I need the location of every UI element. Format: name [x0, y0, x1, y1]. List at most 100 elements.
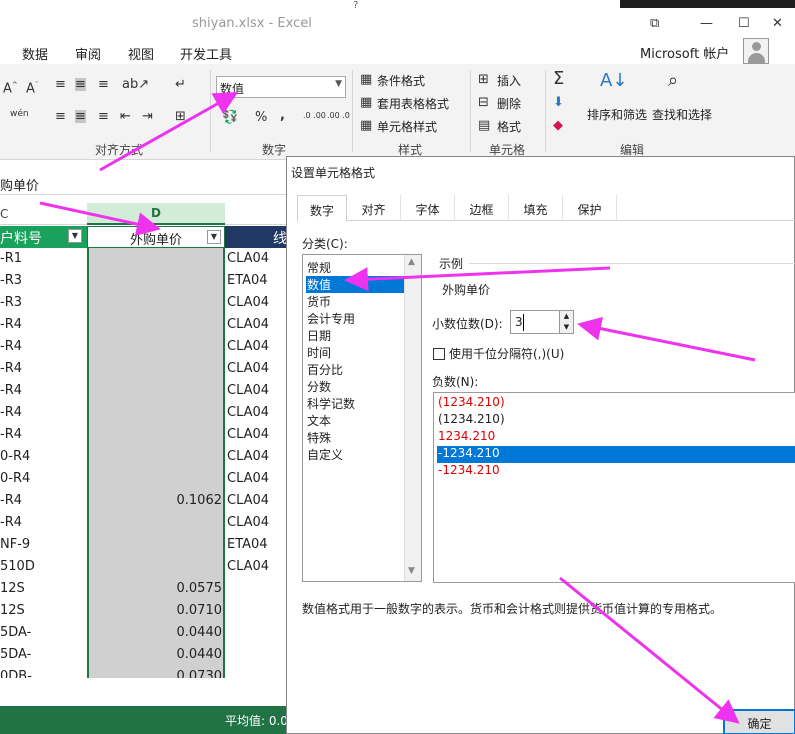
table-row[interactable]: -R4 CLA04: [0, 424, 290, 446]
cell-line[interactable]: CLA04: [227, 449, 269, 464]
format-button[interactable]: 格式: [497, 118, 521, 135]
table-row[interactable]: -R4 CLA04: [0, 336, 290, 358]
accounting-format-icon[interactable]: 💱: [222, 111, 238, 124]
negative-numbers-list[interactable]: (1234.210) (1234.210) 1234.210 -1234.210 -12…: [433, 392, 795, 583]
cell-part-number[interactable]: -R4: [0, 515, 22, 530]
cell-part-number[interactable]: -R4: [0, 427, 22, 442]
table-row[interactable]: -R1 CLA04: [0, 248, 290, 270]
phonetic-icon[interactable]: wén: [10, 110, 29, 119]
insert-button[interactable]: 插入: [497, 72, 521, 89]
cell-unit-price[interactable]: 0.0440: [87, 647, 223, 662]
format-as-table-button[interactable]: 套用表格格式: [377, 95, 449, 112]
negative-option[interactable]: -1234.210: [437, 463, 795, 480]
ok-button[interactable]: 确定: [723, 709, 795, 734]
cell-line[interactable]: CLA04: [227, 361, 269, 376]
align-right-icon[interactable]: ≡: [98, 110, 109, 123]
cell-part-number[interactable]: -R3: [0, 295, 22, 310]
sheet-grid[interactable]: -R1 CLA04 -R3 ETA04 -R3 CLA04 -R4 CLA04 -R4 CLA04…: [0, 248, 290, 678]
align-bottom-icon[interactable]: ≡: [98, 78, 109, 91]
scroll-down-icon[interactable]: ▼: [408, 566, 415, 576]
category-scrollbar[interactable]: ▲ ▼: [404, 255, 421, 581]
cell-line[interactable]: CLA04: [227, 251, 269, 266]
table-row[interactable]: -R4 CLA04: [0, 402, 290, 424]
cell-part-number[interactable]: -R4: [0, 317, 22, 332]
header-cell-line[interactable]: 线: [225, 226, 290, 248]
cell-line[interactable]: CLA04: [227, 471, 269, 486]
table-row[interactable]: 510D CLA04: [0, 556, 290, 578]
tab-border[interactable]: 边框: [455, 195, 509, 221]
table-row[interactable]: 5DA- 0.0440: [0, 622, 290, 644]
cell-line[interactable]: CLA04: [227, 559, 269, 574]
ribbon-display-icon[interactable]: ⧉: [650, 16, 659, 31]
cell-part-number[interactable]: NF-9: [0, 537, 30, 552]
cell-part-number[interactable]: -R4: [0, 405, 22, 420]
cell-part-number[interactable]: 510D: [0, 559, 35, 574]
cell-part-number[interactable]: -R4: [0, 383, 22, 398]
header-cell-unit-price[interactable]: 外购单价 ▼: [87, 226, 225, 248]
table-row[interactable]: 0-R4 CLA04: [0, 468, 290, 490]
thousand-separator-checkbox[interactable]: 使用千位分隔符(,)(U): [433, 345, 564, 362]
table-row[interactable]: -R4 CLA04: [0, 358, 290, 380]
cell-part-number[interactable]: 0DB-: [0, 669, 32, 678]
cell-part-number[interactable]: -R4: [0, 339, 22, 354]
minimize-icon[interactable]: —: [700, 16, 713, 31]
cell-part-number[interactable]: 5DA-: [0, 647, 31, 662]
decimal-places-input[interactable]: 3 ▲ ▼: [510, 310, 574, 334]
cell-line[interactable]: CLA04: [227, 317, 269, 332]
category-item[interactable]: 分数: [306, 378, 331, 395]
formula-bar[interactable]: 购单价: [0, 171, 290, 195]
table-row[interactable]: -R3 ETA04: [0, 270, 290, 292]
align-left-icon[interactable]: ≡: [55, 110, 66, 123]
delete-button[interactable]: 删除: [497, 95, 521, 112]
cell-line[interactable]: ETA04: [227, 537, 268, 552]
cell-line[interactable]: CLA04: [227, 405, 269, 420]
find-select-button[interactable]: 查找和选择: [652, 106, 712, 123]
cell-line[interactable]: ETA04: [227, 273, 268, 288]
tab-developer[interactable]: 开发工具: [180, 44, 232, 63]
table-row[interactable]: 0DB- 0.0730: [0, 666, 290, 678]
close-icon[interactable]: ✕: [772, 16, 783, 31]
table-row[interactable]: 12S 0.0710: [0, 600, 290, 622]
indent-increase-icon[interactable]: ⇥: [142, 110, 153, 123]
maximize-icon[interactable]: ☐: [738, 16, 750, 31]
cell-line[interactable]: CLA04: [227, 383, 269, 398]
category-item[interactable]: 常规: [306, 259, 331, 276]
cell-unit-price[interactable]: 0.0710: [87, 603, 223, 618]
category-item[interactable]: 货币: [306, 293, 331, 310]
percent-style-icon[interactable]: %: [255, 111, 267, 124]
header-cell-part-number[interactable]: 户料号 ▼: [0, 226, 87, 248]
column-header-c[interactable]: C: [0, 207, 8, 221]
scroll-up-icon[interactable]: ▲: [408, 257, 415, 267]
merge-center-icon[interactable]: ⊞: [175, 110, 186, 123]
account-menu[interactable]: Microsoft 帐户: [640, 43, 729, 62]
cell-unit-price[interactable]: 0.0440: [87, 625, 223, 640]
spin-up-icon[interactable]: ▲: [560, 311, 573, 322]
category-item[interactable]: 日期: [306, 327, 331, 344]
conditional-format-button[interactable]: 条件格式: [377, 72, 425, 89]
cell-line[interactable]: CLA04: [227, 295, 269, 310]
table-row[interactable]: -R4 CLA04: [0, 380, 290, 402]
category-item[interactable]: 科学记数: [306, 395, 355, 412]
category-item[interactable]: 百分比: [306, 361, 343, 378]
cell-part-number[interactable]: 12S: [0, 581, 25, 596]
cell-line[interactable]: CLA04: [227, 339, 269, 354]
table-row[interactable]: 0-R4 CLA04: [0, 446, 290, 468]
tab-number[interactable]: 数字: [297, 195, 347, 222]
spin-down-icon[interactable]: ▼: [560, 322, 573, 333]
category-item[interactable]: 时间: [306, 344, 331, 361]
tab-view[interactable]: 视图: [128, 44, 154, 63]
table-row[interactable]: 12S 0.0575: [0, 578, 290, 600]
cell-unit-price[interactable]: 0.0730: [87, 669, 223, 678]
cell-part-number[interactable]: -R3: [0, 273, 22, 288]
cell-part-number[interactable]: 0-R4: [0, 449, 30, 464]
orientation-icon[interactable]: ab↗: [122, 78, 149, 91]
tab-alignment[interactable]: 对齐: [347, 195, 401, 221]
align-top-icon[interactable]: ≡: [55, 78, 66, 91]
cell-unit-price[interactable]: 0.0575: [87, 581, 223, 596]
comma-style-icon[interactable]: ,: [280, 109, 285, 122]
cell-styles-button[interactable]: 单元格样式: [377, 118, 437, 135]
category-item[interactable]: 特殊: [306, 429, 331, 446]
category-item[interactable]: 会计专用: [306, 310, 355, 327]
cell-line[interactable]: CLA04: [227, 493, 269, 508]
cell-part-number[interactable]: -R4: [0, 493, 22, 508]
